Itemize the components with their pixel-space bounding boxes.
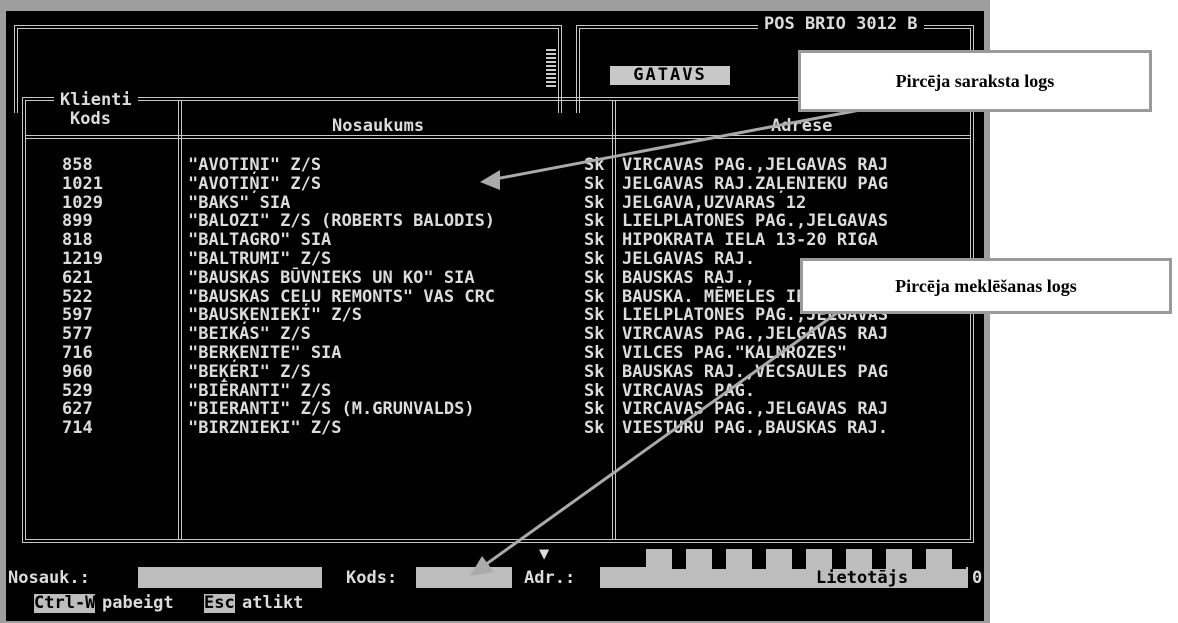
list-window-callout: Pircēja saraksta logs xyxy=(798,50,1152,112)
search-window-callout: Pircēja meklēšanas logs xyxy=(800,258,1172,314)
